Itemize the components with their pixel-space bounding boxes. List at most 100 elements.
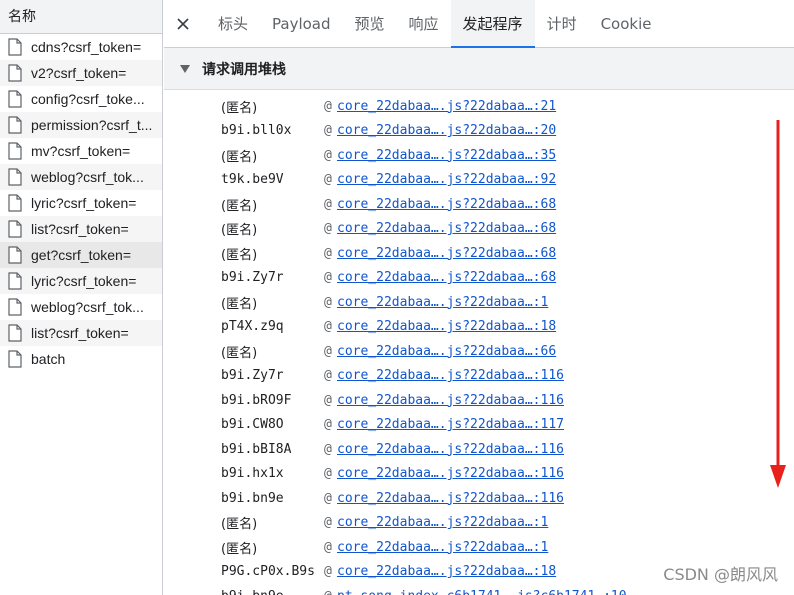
call-stack-frame: t9k.be9V @ core_22dabaa….js?22dabaa…:92 (164, 168, 794, 193)
request-name: cdns?csrf_token= (31, 39, 142, 55)
at-symbol: @ (324, 417, 332, 433)
details-tabbar: 标头 Payload 预览 响应 发起程序 计时 Cookie (164, 0, 794, 48)
source-link[interactable]: core_22dabaa….js?22dabaa…:92 (337, 172, 556, 187)
function-name: (匿名) (221, 149, 258, 165)
call-stack-frame: pT4X.z9q @ core_22dabaa….js?22dabaa…:18 (164, 315, 794, 340)
request-item[interactable]: batch (0, 346, 162, 372)
function-name: (匿名) (221, 345, 258, 361)
request-item[interactable]: cdns?csrf_token= (0, 34, 162, 60)
call-stack-frame: (匿名) @ core_22dabaa….js?22dabaa…:1 (164, 290, 794, 315)
request-item[interactable]: get?csrf_token= (0, 242, 162, 268)
at-symbol: @ (324, 245, 332, 261)
call-stack-frame: b9i.CW8O @ core_22dabaa….js?22dabaa…:117 (164, 413, 794, 438)
request-item[interactable]: config?csrf_toke... (0, 86, 162, 112)
source-link[interactable]: pt_song_index_c6b1741….js?c6b1741…:10 (337, 589, 627, 595)
at-symbol: @ (324, 564, 332, 580)
at-symbol: @ (324, 441, 332, 457)
function-name: (匿名) (221, 296, 258, 312)
source-link[interactable]: core_22dabaa….js?22dabaa…:117 (337, 417, 564, 432)
name-column-header[interactable]: 名称 (0, 0, 162, 34)
call-stack-frame: b9i.Zy7r @ core_22dabaa….js?22dabaa…:116 (164, 364, 794, 389)
request-item[interactable]: permission?csrf_t... (0, 112, 162, 138)
tab-2[interactable]: 预览 (343, 0, 397, 47)
at-symbol: @ (324, 123, 332, 139)
source-link[interactable]: core_22dabaa….js?22dabaa…:68 (337, 197, 556, 212)
call-stack-frame: b9i.bn9e @ core_22dabaa….js?22dabaa…:116 (164, 486, 794, 511)
close-icon[interactable] (172, 0, 194, 47)
request-item[interactable]: lyric?csrf_token= (0, 190, 162, 216)
request-item[interactable]: lyric?csrf_token= (0, 268, 162, 294)
file-icon (8, 38, 22, 56)
request-name: list?csrf_token= (31, 221, 129, 237)
source-link[interactable]: core_22dabaa….js?22dabaa…:68 (337, 221, 556, 236)
call-stack-frame: (匿名) @ core_22dabaa….js?22dabaa…:1 (164, 535, 794, 560)
source-link[interactable]: core_22dabaa….js?22dabaa…:18 (337, 319, 556, 334)
request-name: permission?csrf_t... (31, 117, 153, 133)
function-name: b9i.Zy7r (221, 368, 284, 384)
function-name: b9i.bRO9F (221, 392, 292, 408)
call-stack-frame: (匿名) @ core_22dabaa….js?22dabaa…:35 (164, 143, 794, 168)
at-symbol: @ (324, 270, 332, 286)
source-link[interactable]: core_22dabaa….js?22dabaa…:116 (337, 368, 564, 383)
function-name: b9i.Zy7r (221, 270, 284, 286)
function-name: b9i.bn9e (164, 589, 324, 595)
tab-5[interactable]: 计时 (535, 0, 589, 47)
file-icon (8, 220, 22, 238)
request-item[interactable]: weblog?csrf_tok... (0, 294, 162, 320)
at-symbol: @ (324, 343, 332, 359)
source-link[interactable]: core_22dabaa….js?22dabaa…:66 (337, 344, 556, 359)
request-item[interactable]: list?csrf_token= (0, 320, 162, 346)
file-icon (8, 142, 22, 160)
function-name: b9i.hx1x (221, 466, 284, 482)
red-arrow-down-icon (770, 120, 786, 488)
source-link[interactable]: core_22dabaa….js?22dabaa…:18 (337, 564, 556, 579)
request-name: batch (31, 351, 66, 367)
tab-1[interactable]: Payload (260, 0, 343, 47)
call-stack-section-header[interactable]: 请求调用堆栈 (164, 48, 794, 90)
tab-6[interactable]: Cookie (589, 0, 664, 47)
call-stack-frame: (匿名) @ core_22dabaa….js?22dabaa…:68 (164, 217, 794, 242)
source-link[interactable]: core_22dabaa….js?22dabaa…:116 (337, 393, 564, 408)
at-symbol: @ (324, 490, 332, 506)
file-icon (8, 350, 22, 368)
request-name: config?csrf_toke... (31, 91, 145, 107)
request-item[interactable]: v2?csrf_token= (0, 60, 162, 86)
source-link[interactable]: core_22dabaa….js?22dabaa…:1 (337, 540, 548, 555)
at-symbol: @ (324, 319, 332, 335)
file-icon (8, 272, 22, 290)
at-symbol: @ (324, 368, 332, 384)
request-name: lyric?csrf_token= (31, 195, 137, 211)
request-list-panel: 名称 cdns?csrf_token= v2?csrf_token= config?… (0, 0, 163, 595)
function-name: b9i.bn9e (221, 490, 284, 506)
call-stack-frame: (匿名) @ core_22dabaa….js?22dabaa…:66 (164, 339, 794, 364)
call-stack-frame: b9i.hx1x @ core_22dabaa….js?22dabaa…:116 (164, 462, 794, 487)
at-symbol: @ (324, 589, 337, 595)
tab-4[interactable]: 发起程序 (450, 0, 535, 48)
request-item[interactable]: mv?csrf_token= (0, 138, 162, 164)
request-item[interactable]: weblog?csrf_tok... (0, 164, 162, 190)
request-list: cdns?csrf_token= v2?csrf_token= config?csr… (0, 34, 162, 372)
source-link[interactable]: core_22dabaa….js?22dabaa…:68 (337, 246, 556, 261)
tab-0[interactable]: 标头 (206, 0, 260, 47)
source-link[interactable]: core_22dabaa….js?22dabaa…:116 (337, 491, 564, 506)
tabs: 标头 Payload 预览 响应 发起程序 计时 Cookie (206, 0, 664, 48)
function-name: P9G.cP0x.B9s (221, 564, 315, 580)
at-symbol: @ (324, 147, 332, 163)
function-name: (匿名) (221, 223, 258, 239)
call-stack-frame: b9i.bll0x @ core_22dabaa….js?22dabaa…:20 (164, 119, 794, 144)
source-link[interactable]: core_22dabaa….js?22dabaa…:1 (337, 515, 548, 530)
source-link[interactable]: core_22dabaa….js?22dabaa…:1 (337, 295, 548, 310)
tab-3[interactable]: 响应 (397, 0, 451, 47)
request-item[interactable]: list?csrf_token= (0, 216, 162, 242)
function-name: b9i.bll0x (221, 123, 292, 139)
source-link[interactable]: core_22dabaa….js?22dabaa…:68 (337, 270, 556, 285)
source-link[interactable]: core_22dabaa….js?22dabaa…:35 (337, 148, 556, 163)
source-link[interactable]: core_22dabaa….js?22dabaa…:116 (337, 466, 564, 481)
file-icon (8, 246, 22, 264)
source-link[interactable]: core_22dabaa….js?22dabaa…:21 (337, 99, 556, 114)
function-name: (匿名) (221, 100, 258, 116)
source-link[interactable]: core_22dabaa….js?22dabaa…:116 (337, 442, 564, 457)
at-symbol: @ (324, 98, 332, 114)
source-link[interactable]: core_22dabaa….js?22dabaa…:20 (337, 123, 556, 138)
call-stack-frame: (匿名) @ core_22dabaa….js?22dabaa…:68 (164, 241, 794, 266)
